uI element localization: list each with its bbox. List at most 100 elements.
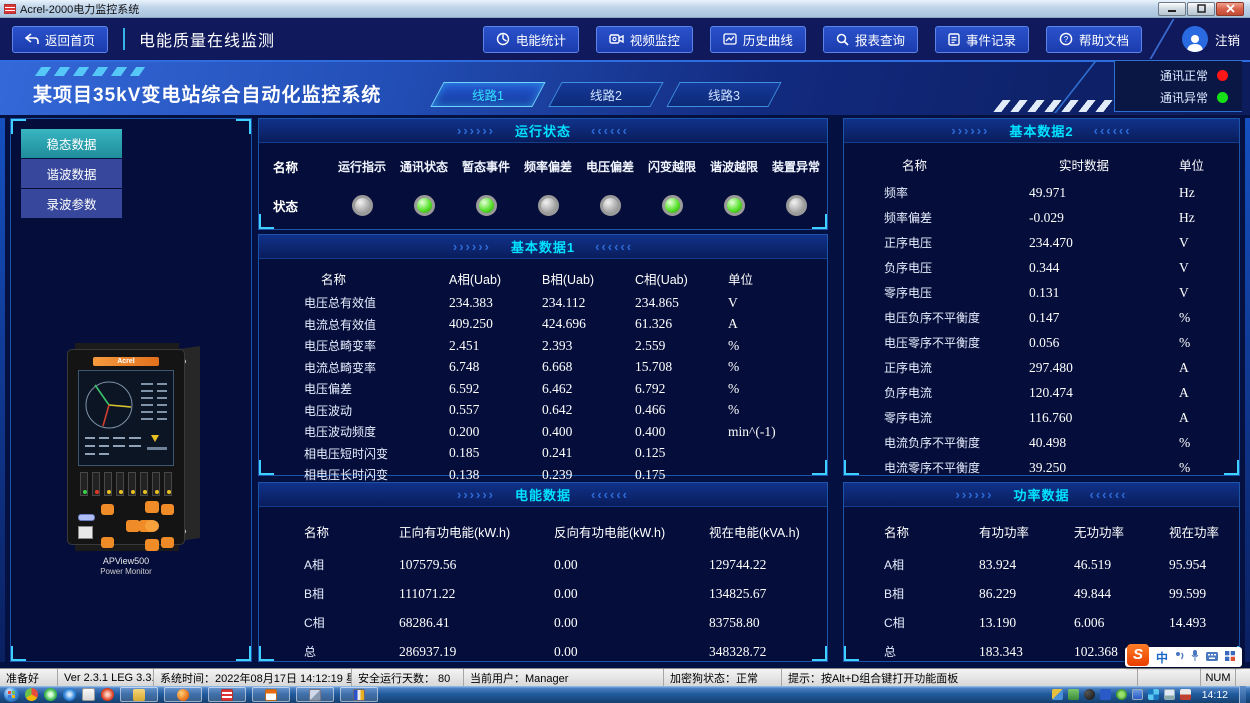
device-controls	[78, 501, 174, 551]
panel-run-status: ›››››› 运行状态 ‹‹‹‹‹‹ 名称 运行指示通讯状态暂态事件频率偏差电压…	[258, 118, 828, 230]
legend-item: 通讯正常	[1115, 67, 1228, 84]
panel-title: 功率数据	[1013, 485, 1069, 504]
edge-glow-right	[1245, 118, 1250, 662]
tab-line1[interactable]: 线路1	[430, 82, 545, 107]
microphone-icon[interactable]	[1191, 648, 1199, 666]
report-query-button[interactable]: 报表查询	[823, 26, 918, 53]
run-status-led-cell	[393, 195, 455, 216]
status-led	[538, 195, 559, 216]
table-header: 名称正向有功电能(kW.h)反向有功电能(kW.h)视在电能(kVA.h)	[259, 512, 827, 550]
run-status-led-cell	[765, 195, 827, 216]
table-row: 电流负序不平衡度 40.498 %	[844, 430, 1239, 455]
page-title: 电能质量在线监测	[139, 27, 275, 51]
device-led-strip	[80, 472, 172, 496]
sogou-logo-icon[interactable]: S	[1127, 644, 1149, 666]
tab-line3[interactable]: 线路3	[666, 82, 781, 107]
status-safe-days: 安全运行天数： 80	[352, 669, 464, 686]
taskbar-icon-browser-green[interactable]	[44, 688, 57, 701]
table-row: 零序电压 0.131 V	[844, 280, 1239, 305]
keyboard-icon[interactable]	[1206, 648, 1218, 666]
header-band: 某项目35kV变电站综合自动化监控系统 线路1 线路2 线路3 通讯正常 通讯异…	[0, 62, 1250, 115]
device-dpad	[124, 501, 155, 551]
sidebar-item-harmonic-data[interactable]: 谐波数据	[21, 159, 122, 188]
run-status-led-cell	[517, 195, 579, 216]
close-button[interactable]	[1216, 2, 1244, 16]
taskbar-app-media[interactable]	[340, 687, 378, 702]
video-monitor-button[interactable]: 视频监控	[596, 26, 693, 53]
punctuation-icon[interactable]	[1175, 648, 1184, 666]
table-row: 电流零序不平衡度 39.250 %	[844, 455, 1239, 480]
table-row: 总 286937.19 0.00 348328.72	[259, 637, 827, 666]
tray-icon-swoosh[interactable]	[1084, 689, 1095, 700]
tray-icon-shield[interactable]	[1116, 689, 1127, 700]
taskbar-icon-chrome[interactable]	[25, 688, 38, 701]
status-num-lock: NUM	[1200, 669, 1236, 686]
history-curve-label: 历史曲线	[743, 30, 793, 49]
status-bar: 准备好 Ver 2.3.1 LEG 3.3.18 系统时间：2022年08月17…	[0, 668, 1250, 686]
table-header: 名称A相(Uab)B相(Uab)C相(Uab)单位	[259, 264, 827, 292]
status-led	[352, 195, 373, 216]
tray-icon-expand[interactable]	[1148, 689, 1159, 700]
sidebar-item-steady-data[interactable]: 稳态数据	[21, 129, 122, 158]
decor-stripes	[35, 67, 145, 76]
event-record-button[interactable]: 事件记录	[935, 26, 1029, 53]
panel-power-data: ›››››› 功率数据 ‹‹‹‹‹‹ 名称有功功率无功功率视在功率 A相 83.…	[843, 482, 1240, 662]
table-row: 频率偏差 -0.029 Hz	[844, 205, 1239, 230]
taskbar-app-firefox[interactable]	[164, 687, 202, 702]
run-status-label: 装置异常	[765, 158, 827, 175]
help-doc-label: 帮助文档	[1079, 30, 1129, 49]
start-button[interactable]	[4, 687, 19, 702]
report-query-label: 报表查询	[855, 30, 905, 49]
taskbar-app-explorer[interactable]	[120, 687, 158, 702]
status-led	[600, 195, 621, 216]
tray-icon-qq[interactable]	[1132, 689, 1143, 700]
taskbar-app-calendar[interactable]	[252, 687, 290, 702]
ethernet-port	[78, 526, 93, 539]
table-row: 负序电流 120.474 A	[844, 380, 1239, 405]
table-row: C相 13.190 6.006 14.493	[844, 608, 1239, 637]
lang-mode-icon[interactable]: 中	[1156, 649, 1168, 666]
taskbar-clock[interactable]: 14:12	[1196, 689, 1234, 701]
help-doc-button[interactable]: ? 帮助文档	[1046, 26, 1142, 53]
arrows-left: ‹‹‹‹‹‹	[1090, 487, 1128, 502]
tray-icon-bluetooth[interactable]	[1100, 689, 1111, 700]
legend-label: 通讯异常	[1160, 89, 1208, 106]
toolbox-icon[interactable]	[1225, 648, 1235, 666]
window-titlebar: Acrel-2000电力监控系统	[0, 0, 1250, 18]
tray-icon-network[interactable]	[1164, 689, 1175, 700]
minimize-button[interactable]	[1158, 2, 1186, 16]
taskbar-icon-app[interactable]	[82, 688, 95, 701]
arrows-left: ‹‹‹‹‹‹	[595, 239, 633, 254]
run-status-label: 通讯状态	[393, 158, 455, 175]
tray-icon-misc[interactable]	[1052, 689, 1063, 700]
tab-line2[interactable]: 线路2	[548, 82, 663, 107]
panel-header: ›››››› 基本数据1 ‹‹‹‹‹‹	[259, 235, 827, 259]
logout-button[interactable]: 注销	[1182, 26, 1240, 52]
history-curve-button[interactable]: 历史曲线	[710, 26, 806, 53]
status-ready: 准备好	[0, 669, 58, 686]
taskbar-app-acrel[interactable]	[208, 687, 246, 702]
run-status-label: 运行指示	[331, 158, 393, 175]
svg-text:?: ?	[1064, 35, 1069, 44]
status-tip: 提示：按Alt+D组合键打开功能面板	[782, 669, 1138, 686]
taskbar-icon-ie[interactable]	[63, 688, 76, 701]
table-row: 电压波动频度 0.200 0.400 0.400 min^(-1)	[259, 421, 827, 443]
maximize-button[interactable]	[1187, 2, 1215, 16]
show-desktop-button[interactable]	[1239, 686, 1246, 703]
panel-header: ›››››› 功率数据 ‹‹‹‹‹‹	[844, 483, 1239, 507]
taskbar-icon-sogou[interactable]	[101, 688, 114, 701]
run-status-led-cell	[579, 195, 641, 216]
status-led	[476, 195, 497, 216]
logout-label: 注销	[1215, 30, 1240, 49]
table-row: B相 111071.22 0.00 134825.67	[259, 579, 827, 608]
energy-stats-button[interactable]: 电能统计	[483, 26, 579, 53]
sidebar: 稳态数据 谐波数据 录波参数 Acrel	[10, 118, 252, 662]
status-led	[662, 195, 683, 216]
tray-icon-folder[interactable]	[1068, 689, 1079, 700]
app-icon	[4, 4, 16, 14]
sidebar-item-wave-params[interactable]: 录波参数	[21, 189, 122, 218]
arrows-right: ››››››	[951, 123, 989, 138]
back-home-button[interactable]: 返回首页	[12, 26, 108, 53]
taskbar-app-tools[interactable]	[296, 687, 334, 702]
tray-icon-volume-muted[interactable]	[1180, 689, 1191, 700]
